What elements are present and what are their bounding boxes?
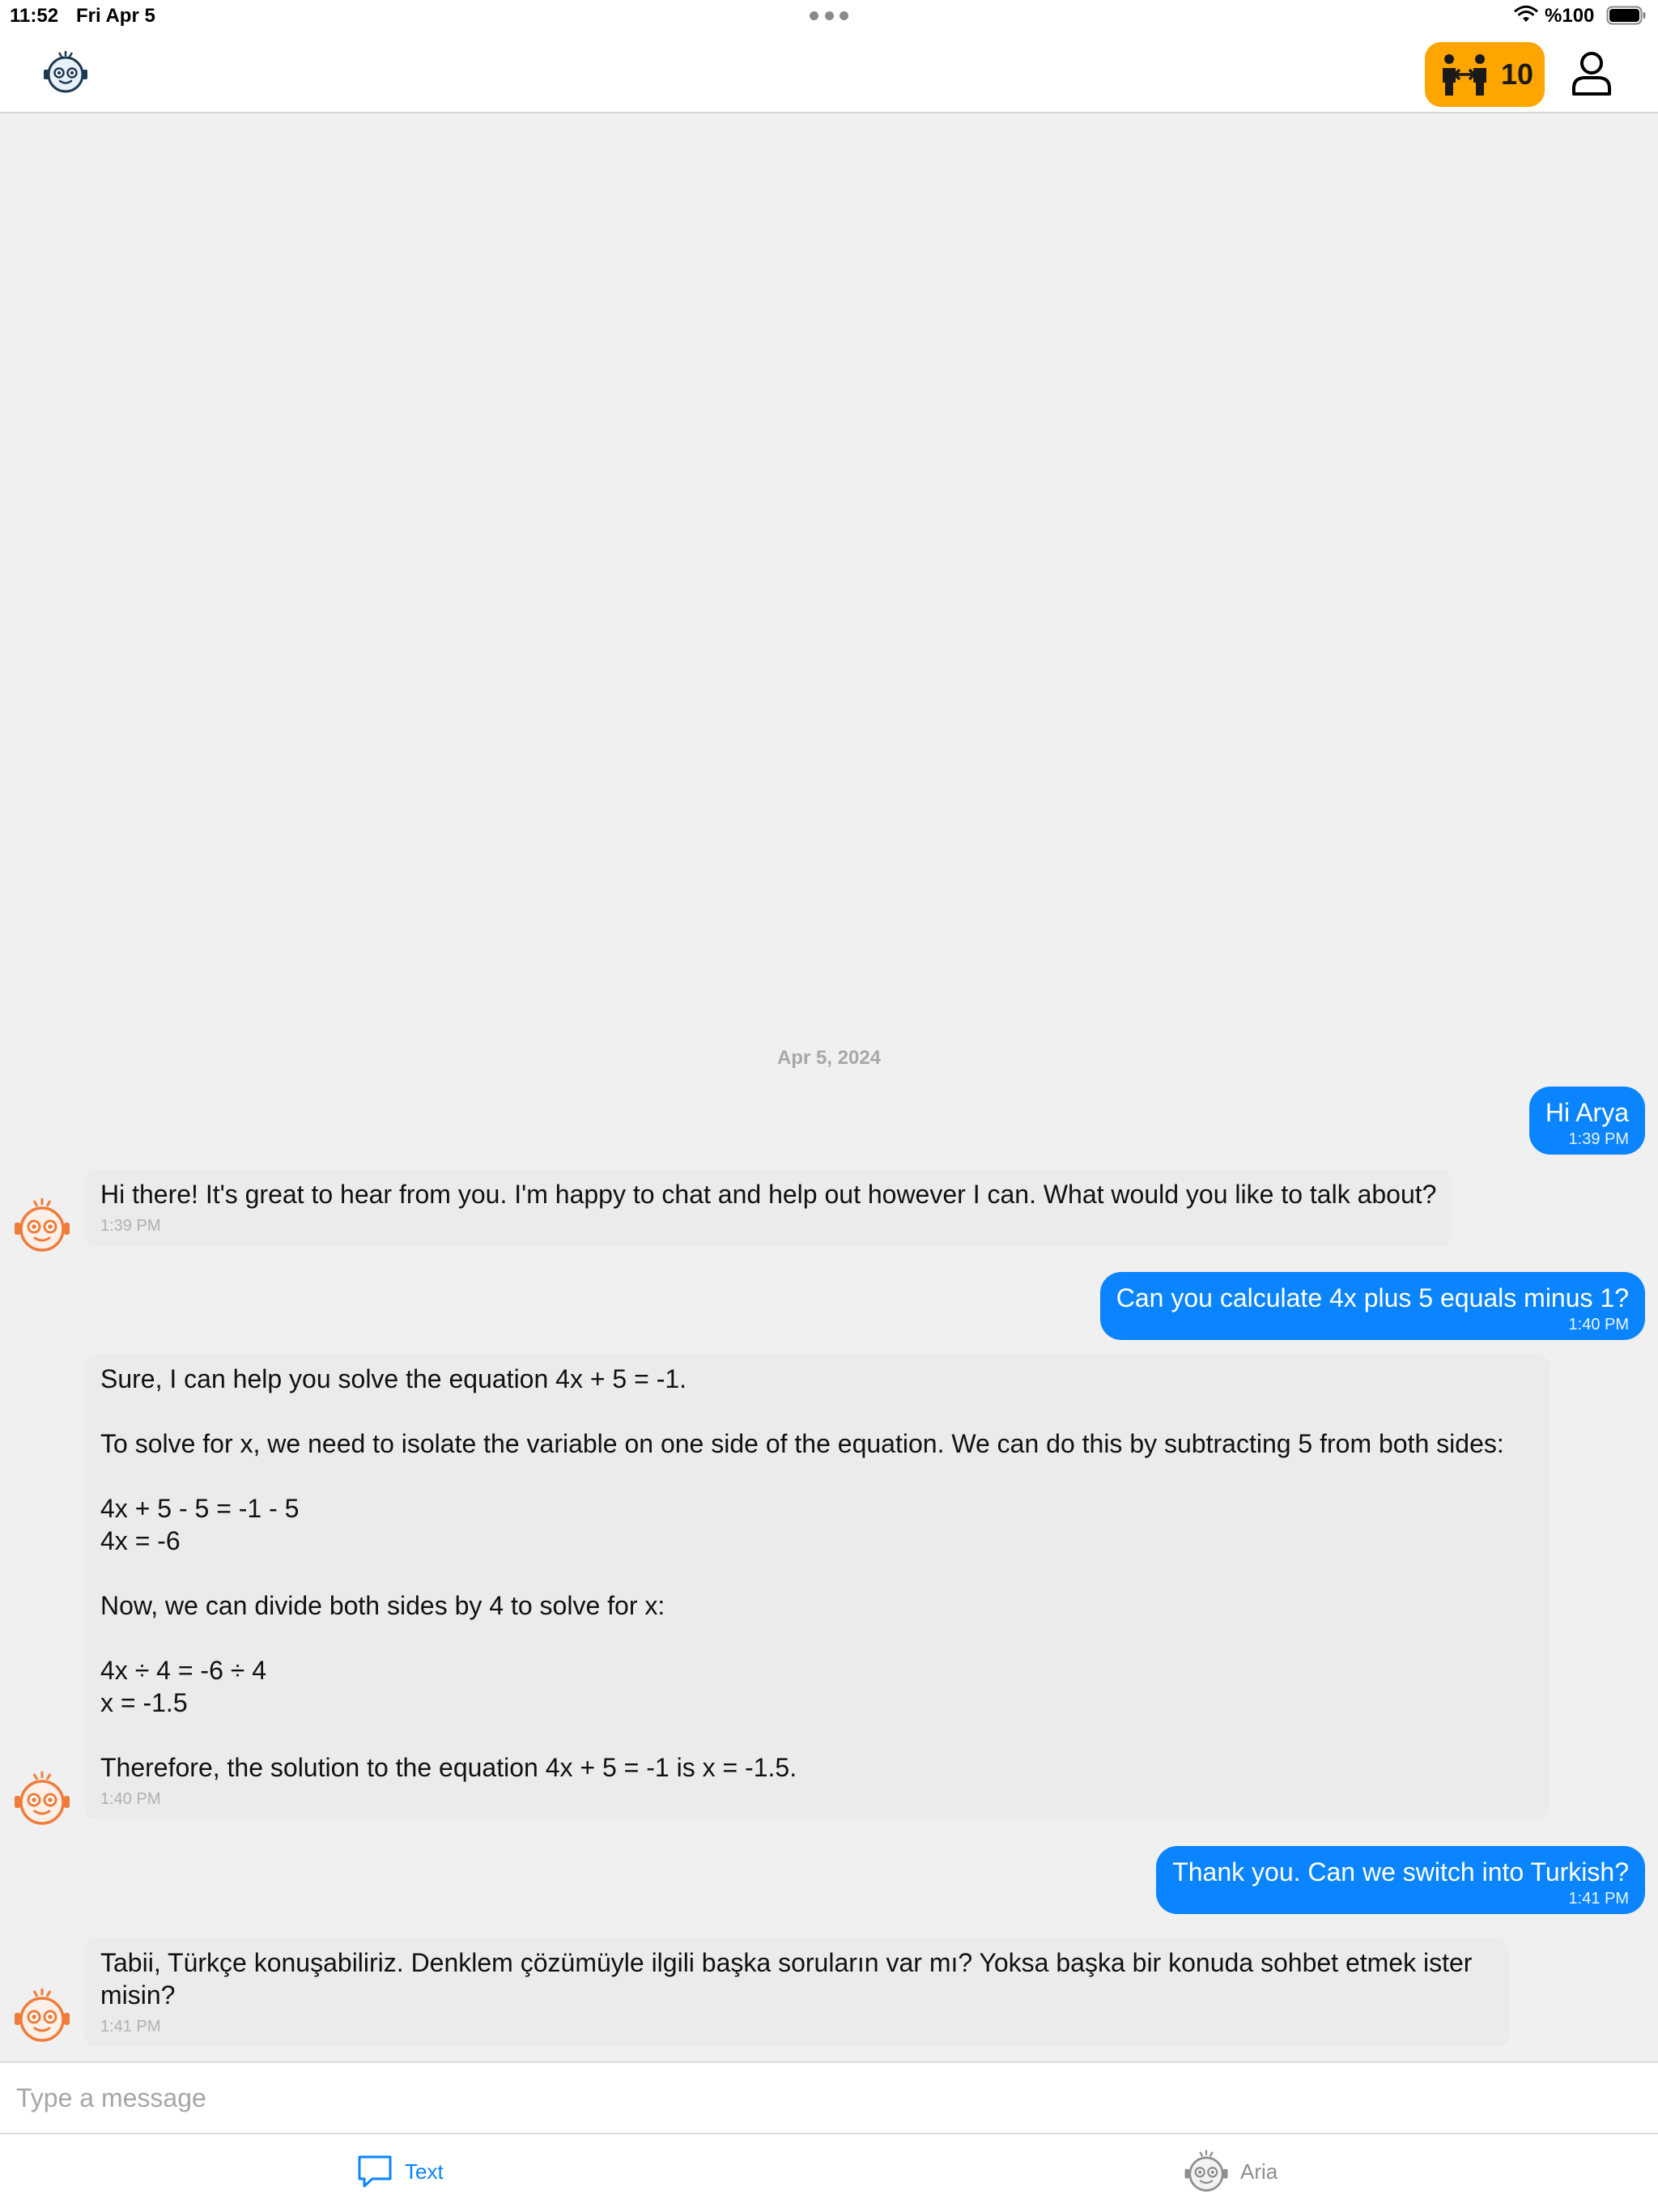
user-message-bubble: Thank you. Can we switch into Turkish? 1…	[1156, 1846, 1645, 1914]
status-date: Fri Apr 5	[76, 5, 155, 27]
bot-message-bubble: Tabii, Türkçe konuşabiliriz. Denklem çöz…	[84, 1938, 1509, 2047]
bot-avatar-icon	[15, 1772, 70, 1825]
bot-message-bubble: Sure, I can help you solve the equation …	[84, 1355, 1550, 1819]
tab-bar: Text Aria	[0, 2134, 1658, 2212]
tab-aria[interactable]: Aria	[1184, 2149, 1278, 2194]
battery-percentage: %100	[1545, 5, 1595, 27]
message-input[interactable]	[16, 2078, 1619, 2118]
people-exchange-icon	[1443, 54, 1486, 96]
message-text: Tabii, Türkçe konuşabiliriz. Denklem çöz…	[100, 1948, 1473, 2010]
date-divider: Apr 5, 2024	[776, 1047, 882, 1069]
message-time: 1:40 PM	[1568, 1316, 1629, 1334]
tab-label: Text	[405, 2159, 444, 2184]
profile-icon[interactable]	[1571, 50, 1613, 97]
multitasking-dots-icon[interactable]	[810, 10, 848, 21]
credits-count: 10	[1501, 57, 1534, 91]
status-bar: 11:52 Fri Apr 5 %100	[0, 0, 1658, 34]
message-time: 1:41 PM	[1568, 1890, 1629, 1908]
bot-message-bubble: Hi there! It's great to hear from you. I…	[84, 1170, 1453, 1246]
tab-text[interactable]: Text	[356, 2149, 444, 2194]
bot-avatar-icon	[15, 1198, 70, 1252]
robot-icon	[1184, 2150, 1228, 2192]
message-text: Hi there! It's great to hear from you. I…	[100, 1180, 1437, 1209]
status-time: 11:52	[10, 5, 59, 27]
bot-avatar-icon	[15, 1989, 70, 2042]
battery-icon	[1606, 6, 1646, 25]
message-text: Thank you. Can we switch into Turkish?	[1172, 1857, 1629, 1887]
user-message-bubble: Hi Arya 1:39 PM	[1528, 1087, 1645, 1155]
robot-logo-icon	[44, 51, 87, 93]
chat-bubble-icon	[358, 2155, 392, 2188]
app-header: 10	[0, 34, 1658, 113]
message-composer	[0, 2061, 1658, 2134]
wifi-icon	[1514, 5, 1538, 22]
message-time: 1:39 PM	[100, 1217, 161, 1235]
message-time: 1:41 PM	[100, 2018, 161, 2035]
message-text: Hi Arya	[1545, 1098, 1629, 1127]
user-message-bubble: Can you calculate 4x plus 5 equals minus…	[1099, 1272, 1645, 1340]
message-time: 1:39 PM	[1568, 1130, 1629, 1148]
message-time: 1:40 PM	[100, 1790, 161, 1808]
credits-badge[interactable]: 10	[1425, 42, 1545, 107]
tab-label: Aria	[1240, 2159, 1278, 2184]
message-text: Sure, I can help you solve the equation …	[100, 1364, 1504, 1782]
message-text: Can you calculate 4x plus 5 equals minus…	[1116, 1283, 1629, 1312]
